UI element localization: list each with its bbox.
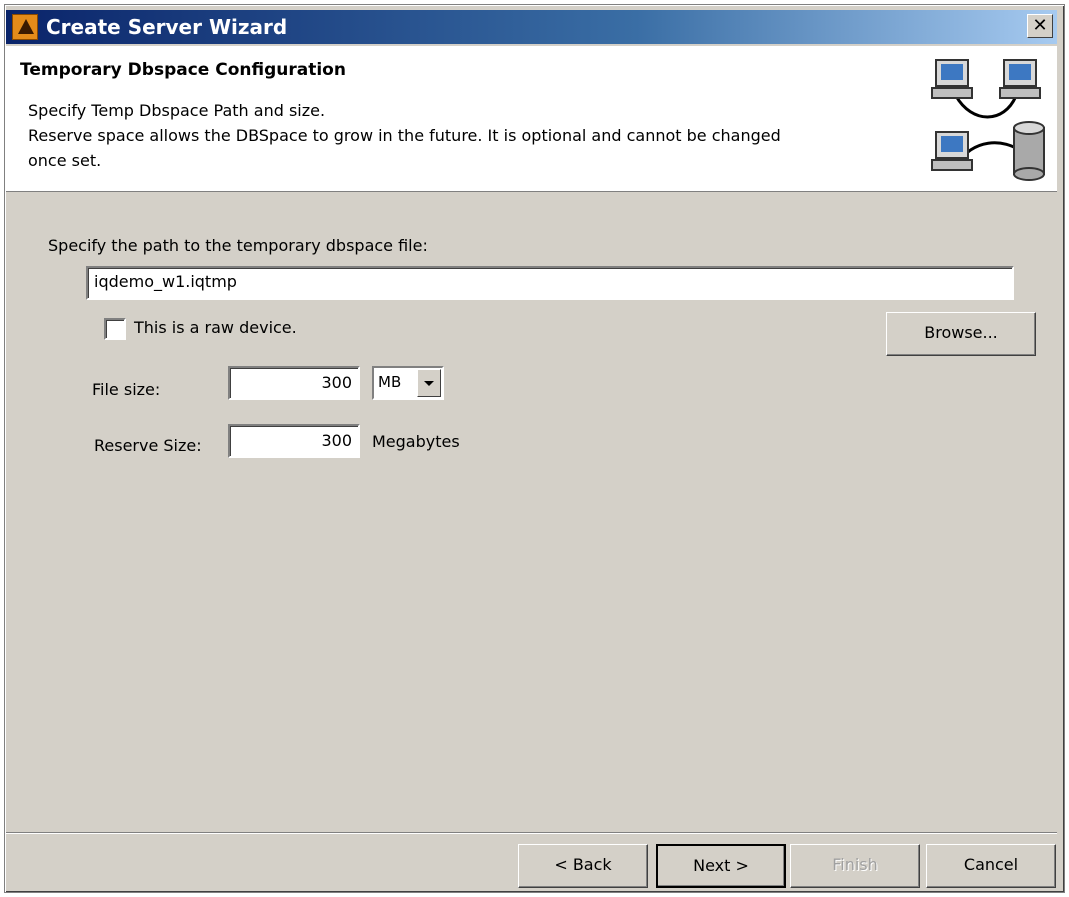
next-button[interactable]: Next > [656, 844, 786, 888]
reserve-size-input[interactable]: 300 [228, 424, 360, 458]
computer-icon [931, 59, 973, 99]
raw-device-checkbox[interactable] [104, 318, 126, 340]
reserve-size-label: Reserve Size: [94, 436, 202, 455]
finish-button[interactable]: Finish [790, 844, 920, 888]
network-computers-database-icon [931, 59, 1045, 181]
raw-device-label[interactable]: This is a raw device. [134, 318, 297, 337]
close-icon: ✕ [1032, 15, 1048, 36]
chevron-down-icon[interactable] [417, 369, 441, 397]
close-button[interactable]: ✕ [1027, 14, 1053, 38]
page-description: Specify Temp Dbspace Path and size. Rese… [28, 98, 888, 173]
database-icon [1013, 121, 1045, 181]
unit-selected-value: MB [378, 373, 402, 391]
file-size-label: File size: [92, 380, 161, 399]
computer-icon [931, 131, 973, 171]
wizard-header: Temporary Dbspace Configuration Specify … [6, 46, 1057, 192]
description-line: Specify Temp Dbspace Path and size. [28, 101, 326, 120]
computer-icon [999, 59, 1041, 99]
app-icon [12, 14, 38, 40]
browse-button[interactable]: Browse... [886, 312, 1036, 356]
path-input[interactable]: iqdemo_w1.iqtmp [86, 266, 1014, 300]
cancel-button[interactable]: Cancel [926, 844, 1056, 888]
page-title: Temporary Dbspace Configuration [20, 60, 346, 80]
description-line: Reserve space allows the DBSpace to grow… [28, 126, 781, 145]
file-size-unit-select[interactable]: MB [372, 366, 444, 400]
title-bar: Create Server Wizard ✕ [6, 10, 1057, 44]
back-button[interactable]: < Back [518, 844, 648, 888]
description-line: once set. [28, 151, 102, 170]
footer-divider [6, 832, 1057, 834]
window-title: Create Server Wizard [46, 15, 288, 39]
path-label: Specify the path to the temporary dbspac… [48, 236, 428, 255]
file-size-input[interactable]: 300 [228, 366, 360, 400]
reserve-size-unit-label: Megabytes [372, 432, 460, 451]
